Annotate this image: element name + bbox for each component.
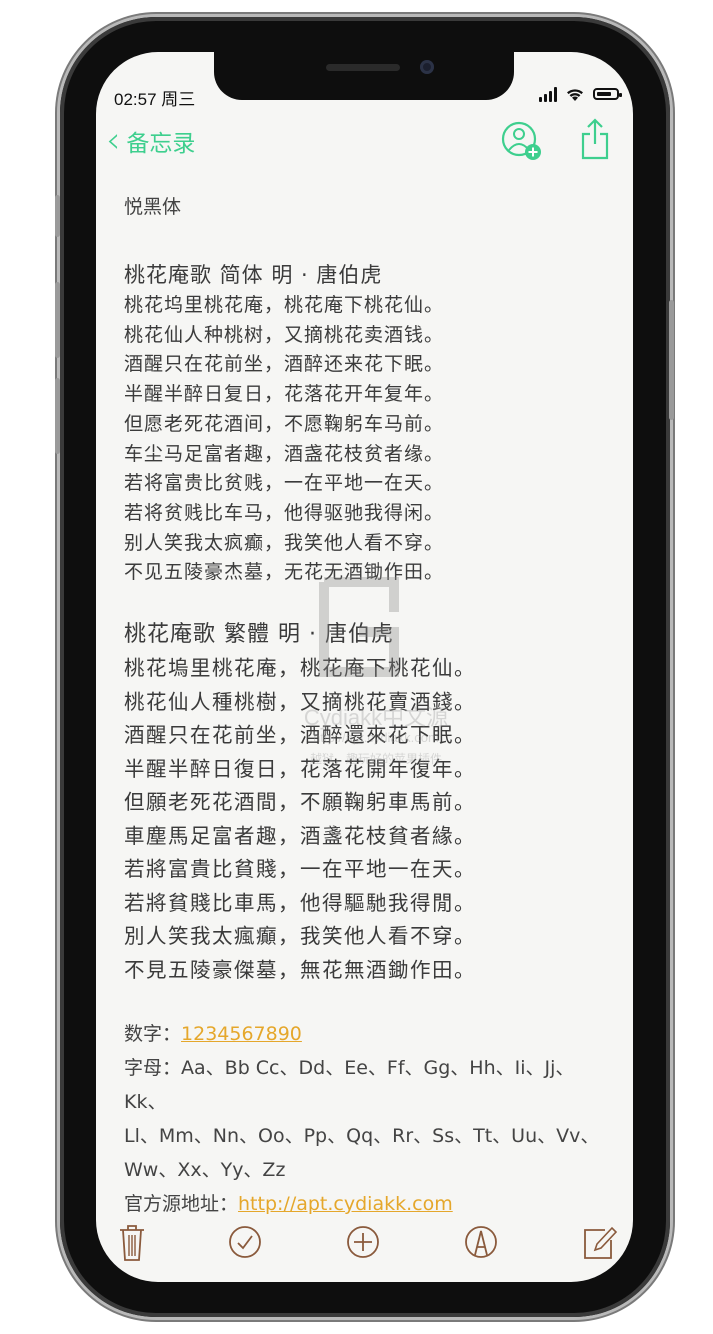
sample-chars: 数字：1234567890 字母：Aa、Bb Cc、Dd、Ee、Ff、Gg、Hh… (124, 1017, 614, 1221)
digits-link[interactable]: 1234567890 (181, 1023, 302, 1045)
markup-pen-icon[interactable] (463, 1222, 499, 1262)
digits-label: 数字： (124, 1023, 182, 1046)
add-icon[interactable] (345, 1222, 381, 1262)
letters-line: Ww、Xx、Yy、Zz (124, 1159, 286, 1182)
poem-line: 若将贫贱比车马，他得驱驰我得闲。 (124, 501, 445, 524)
poem-line: 桃花塢里桃花庵，桃花庵下桃花仙。 (124, 656, 476, 681)
status-icons (539, 86, 622, 102)
note-body[interactable]: 悦黑体 桃花庵歌 简体 明 · 唐伯虎 桃花坞里桃花庵，桃花庵下桃花仙。 桃花仙… (124, 188, 614, 1221)
compose-icon[interactable] (581, 1222, 617, 1262)
poem-line: 車塵馬足富者趣，酒盞花枝貧者緣。 (124, 823, 476, 848)
poem-line: 酒醒只在花前坐，酒醉还来花下眠。 (124, 353, 445, 376)
poem-line: 半醒半醉日復日，花落花開年復年。 (124, 756, 476, 781)
notch (214, 52, 514, 100)
camera-icon (420, 60, 434, 74)
letters-line: Aa、Bb Cc、Dd、Ee、Ff、Gg、Hh、Ii、Jj、Kk、 (124, 1057, 575, 1114)
back-button[interactable]: ‹ 备忘录 (106, 120, 196, 161)
poem-line: 但願老死花酒間，不願鞠躬車馬前。 (124, 790, 476, 815)
poem-title: 桃花庵歌 简体 明 · 唐伯虎 (124, 263, 383, 287)
back-label: 备忘录 (126, 131, 196, 157)
poem-line: 车尘马足富者趣，酒盏花枝贫者缘。 (124, 442, 445, 465)
source-label: 官方源地址： (124, 1193, 239, 1216)
poem-line: 桃花仙人种桃树，又摘桃花卖酒钱。 (124, 323, 445, 346)
status-time: 02:57 周三 (114, 90, 196, 109)
screen: 02:57 周三 ‹ 备忘录 悦黑体 桃花庵歌 简体 明 · 唐伯虎 桃花坞里桃… (96, 52, 633, 1282)
poem-traditional: 桃花庵歌 繁體 明 · 唐伯虎 桃花塢里桃花庵，桃花庵下桃花仙。 桃花仙人種桃樹… (124, 618, 614, 987)
silent-switch (55, 195, 60, 237)
checklist-icon[interactable] (227, 1222, 263, 1262)
volume-up-button (55, 282, 60, 358)
share-icon[interactable] (580, 116, 610, 160)
bottom-toolbar (96, 1218, 633, 1268)
poem-line: 別人笑我太瘋癲，我笑他人看不穿。 (124, 924, 476, 949)
poem-line: 若將貧賤比車馬，他得驅馳我得閒。 (124, 890, 476, 915)
letters-line: Ll、Mm、Nn、Oo、Pp、Qq、Rr、Ss、Tt、Uu、Vv、 (124, 1125, 600, 1148)
poem-line: 酒醒只在花前坐，酒醉還來花下眠。 (124, 723, 476, 748)
cellular-signal-icon (539, 86, 557, 102)
wifi-icon (567, 88, 583, 101)
source-link[interactable]: http://apt.cydiakk.com (238, 1193, 453, 1215)
poem-simplified: 桃花庵歌 简体 明 · 唐伯虎 桃花坞里桃花庵，桃花庵下桃花仙。 桃花仙人种桃树… (124, 259, 614, 588)
letters-row: 字母：Aa、Bb Cc、Dd、Ee、Ff、Gg、Hh、Ii、Jj、Kk、 (124, 1051, 614, 1119)
poem-line: 但愿老死花酒间，不愿鞠躬车马前。 (124, 412, 445, 435)
battery-icon (593, 88, 622, 100)
poem-line: 若将富贵比贫贱，一在平地一在天。 (124, 472, 445, 495)
poem-line: 桃花仙人種桃樹，又摘桃花賣酒錢。 (124, 689, 476, 714)
poem-title: 桃花庵歌 繁體 明 · 唐伯虎 (124, 622, 394, 648)
poem-line: 半醒半醉日复日，花落花开年复年。 (124, 383, 445, 406)
speaker (326, 64, 400, 71)
font-name: 悦黑体 (124, 196, 182, 218)
poem-line: 别人笑我太疯癫，我笑他人看不穿。 (124, 531, 445, 554)
poem-line: 不見五陵豪傑墓，無花無酒鋤作田。 (124, 957, 476, 982)
poem-line: 不见五陵豪杰墓，无花无酒锄作田。 (124, 561, 445, 584)
source-row: 官方源地址：http://apt.cydiakk.com (124, 1187, 614, 1221)
power-button (669, 300, 674, 420)
digits-row: 数字：1234567890 (124, 1017, 614, 1051)
volume-down-button (55, 378, 60, 454)
poem-line: 若將富貴比貧賤，一在平地一在天。 (124, 857, 476, 882)
letters-label: 字母： (124, 1057, 182, 1080)
poem-line: 桃花坞里桃花庵，桃花庵下桃花仙。 (124, 294, 445, 316)
chevron-left-icon: ‹ (106, 120, 121, 161)
person-add-icon[interactable] (499, 120, 543, 164)
trash-icon[interactable] (114, 1222, 150, 1262)
